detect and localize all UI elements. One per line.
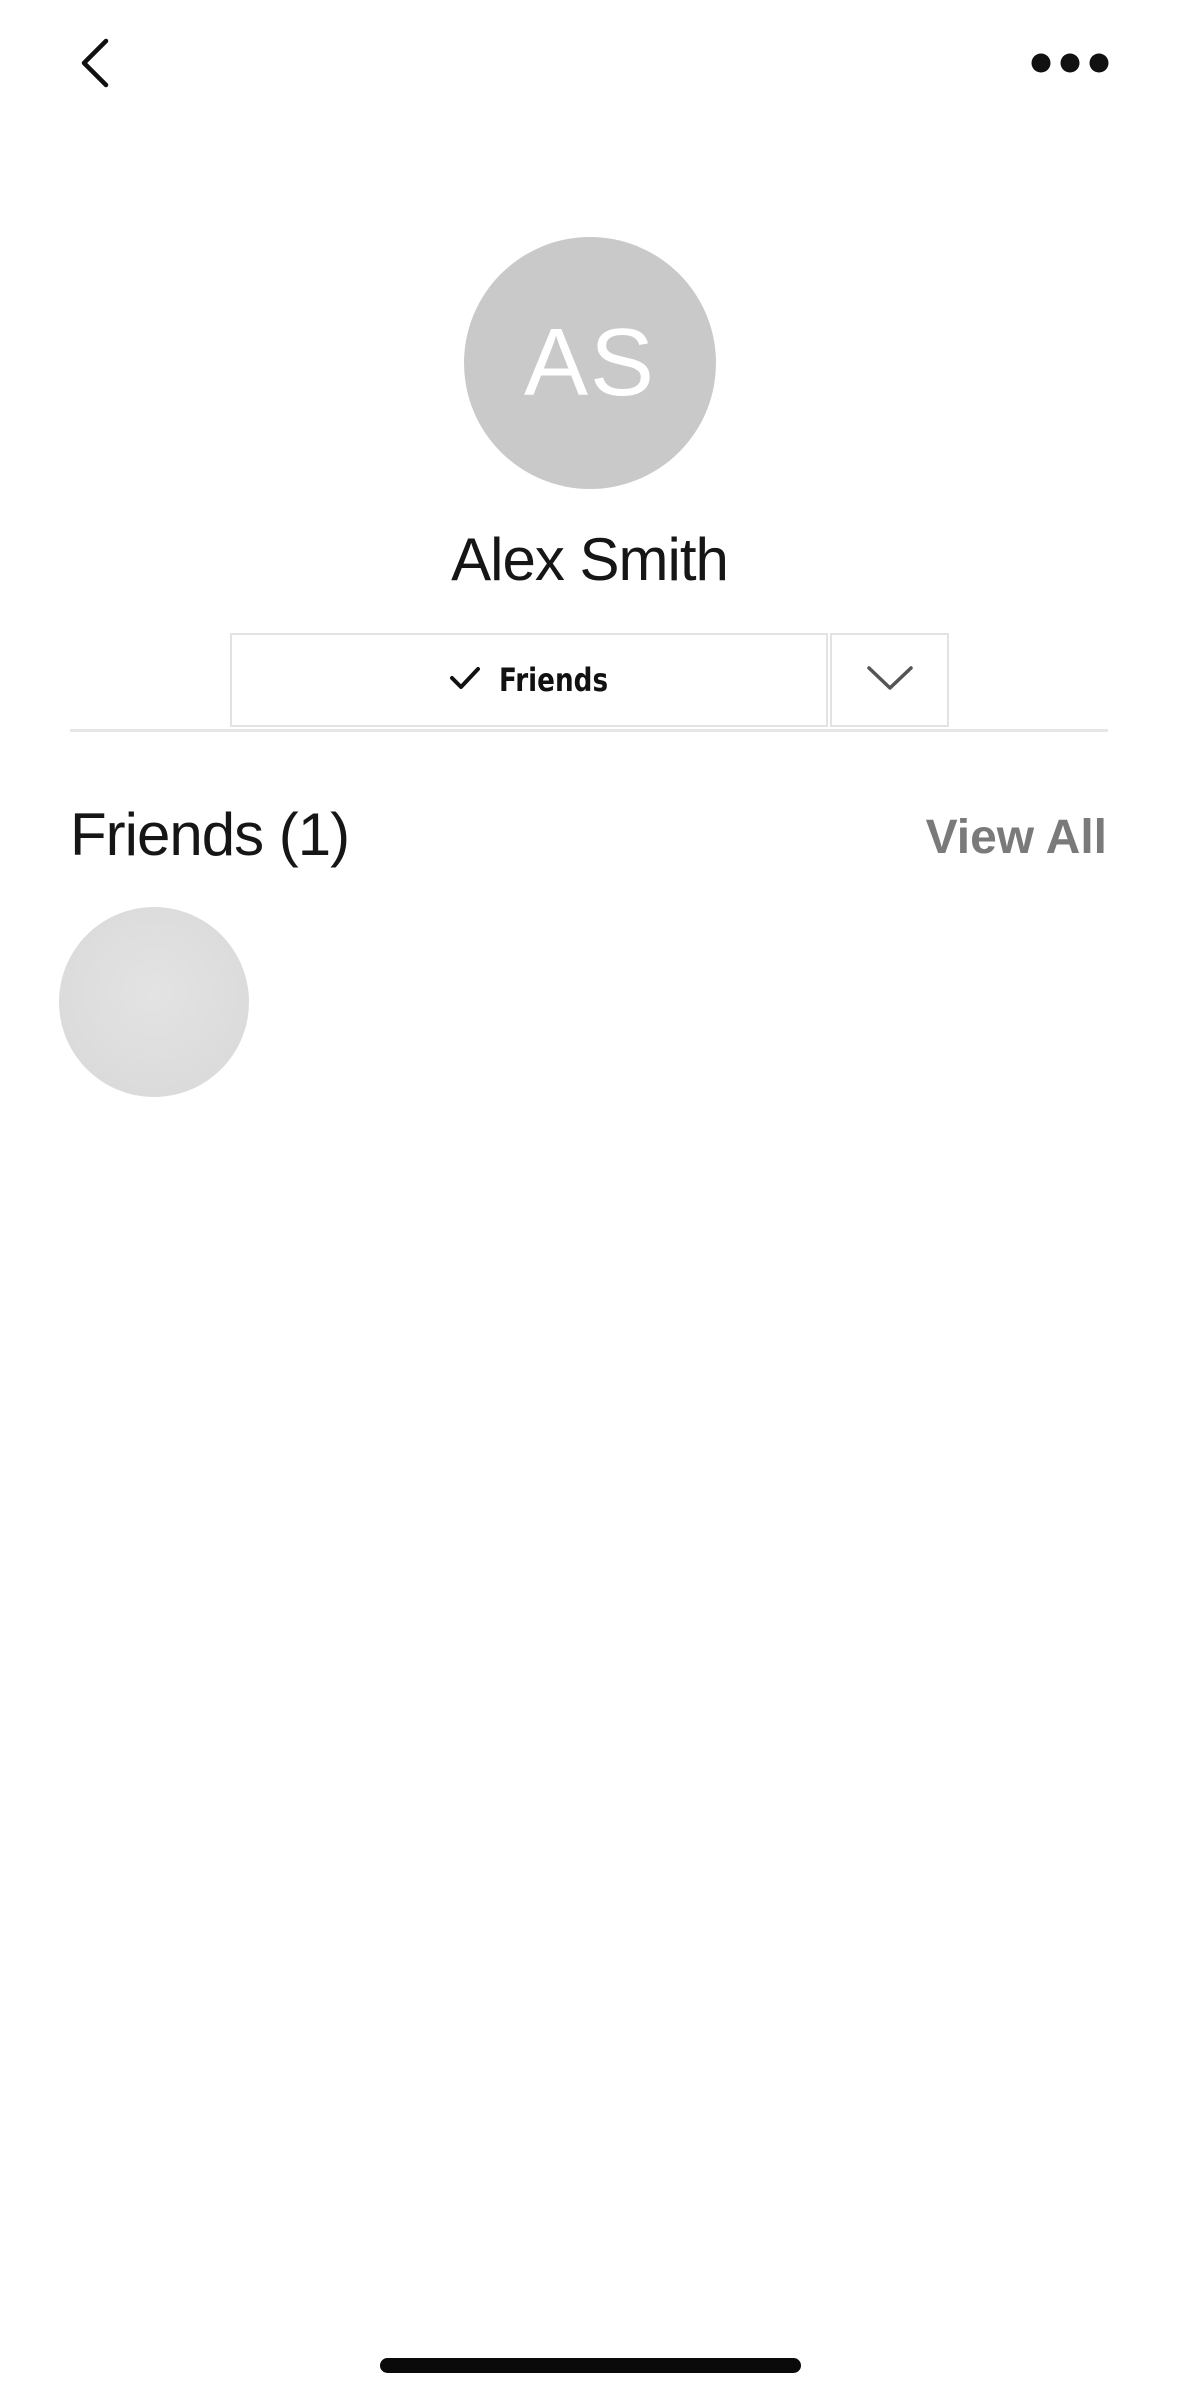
friends-status-label: Friends xyxy=(499,661,609,699)
friends-status-button[interactable]: Friends xyxy=(230,633,828,727)
friends-section-title: Friends (1) xyxy=(70,801,350,868)
back-button[interactable] xyxy=(60,30,130,100)
friend-avatar[interactable] xyxy=(59,907,249,1097)
checkmark-icon xyxy=(449,665,481,696)
profile-name: Alex Smith xyxy=(451,526,729,593)
profile-avatar: AS xyxy=(464,237,716,489)
home-indicator xyxy=(380,2358,801,2373)
more-options-button[interactable] xyxy=(1015,30,1125,100)
view-all-link[interactable]: View All xyxy=(926,803,1107,873)
ellipsis-icon xyxy=(1030,51,1110,80)
chevron-left-icon xyxy=(78,37,112,94)
chevron-down-icon xyxy=(866,664,914,697)
section-divider xyxy=(70,729,1108,732)
friends-dropdown-button[interactable] xyxy=(830,633,949,727)
avatar-initials: AS xyxy=(523,309,657,416)
